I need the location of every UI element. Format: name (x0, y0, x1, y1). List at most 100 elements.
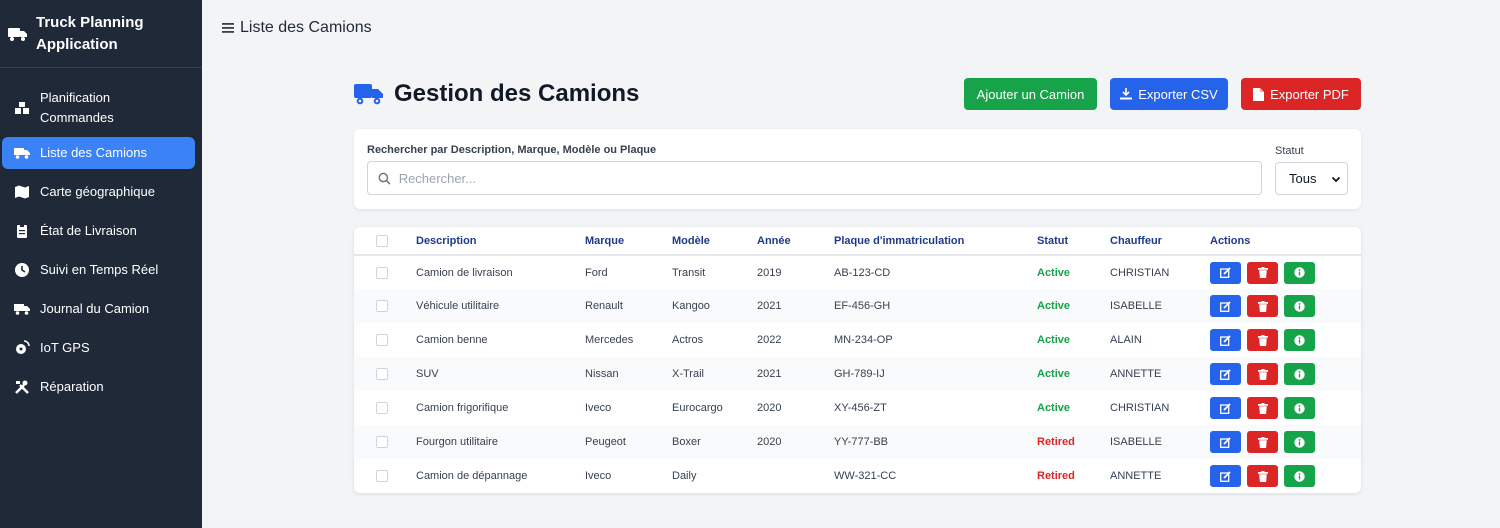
edit-icon (1220, 368, 1231, 380)
cell-description: Véhicule utilitaire (416, 289, 585, 323)
table-row[interactable]: Camion frigorifique Iveco Eurocargo 2020 XY-… (354, 391, 1361, 425)
sidebar-item-liste-camions[interactable]: Liste des Camions (2, 137, 195, 169)
export-csv-button[interactable]: Exporter CSV (1110, 78, 1228, 110)
truck-icon (8, 27, 27, 41)
sidebar-item-suivi[interactable]: Suivi en Temps Réel (2, 254, 195, 286)
cell-plaque: YY-777-BB (834, 425, 1037, 459)
row-checkbox[interactable] (376, 266, 388, 279)
header-marque[interactable]: Marque (585, 227, 672, 256)
row-select-cell (354, 323, 416, 357)
info-icon (1294, 402, 1305, 414)
search-label: Rechercher par Description, Marque, Modè… (367, 144, 657, 156)
trash-icon (1257, 402, 1268, 414)
edit-button[interactable] (1210, 431, 1241, 453)
edit-button[interactable] (1210, 329, 1241, 351)
cell-chauffeur: CHRISTIAN (1110, 402, 1170, 414)
info-icon (1294, 267, 1305, 278)
header-description[interactable]: Description (416, 227, 585, 256)
edit-button[interactable] (1210, 363, 1241, 385)
sidebar-item-label: Carte géographique (40, 184, 155, 199)
sidebar-item-reparation[interactable]: Réparation (2, 371, 195, 403)
trash-icon (1257, 368, 1268, 380)
delete-button[interactable] (1247, 363, 1278, 385)
delete-button[interactable] (1247, 295, 1278, 317)
row-checkbox[interactable] (376, 436, 388, 448)
delete-button[interactable] (1247, 329, 1278, 351)
table-row[interactable]: SUV Nissan X-Trail 2021 GH-789-IJ Active ANNET… (354, 357, 1361, 391)
header-row: Gestion des Camions Ajouter un Camion Ex… (354, 76, 1361, 112)
trucks-table: Description Marque Modèle Année Plaque d… (354, 227, 1361, 493)
cell-statut: Active (1037, 334, 1071, 346)
delete-button[interactable] (1247, 465, 1278, 487)
cell-description: Fourgon utilitaire (416, 425, 585, 459)
search-input[interactable] (398, 170, 1261, 186)
row-checkbox[interactable] (376, 402, 388, 414)
cell-description: SUV (416, 357, 585, 391)
cell-marque: Peugeot (585, 425, 672, 459)
info-button[interactable] (1284, 465, 1315, 487)
cell-plaque: EF-456-GH (834, 289, 1037, 323)
info-button[interactable] (1284, 261, 1315, 284)
sidebar-item-etat-livraison[interactable]: État de Livraison (2, 215, 195, 247)
cell-actions (1210, 357, 1361, 391)
select-all-checkbox[interactable] (376, 234, 388, 247)
table-row[interactable]: Camion benne Mercedes Actros 2022 MN-234-OP A… (354, 323, 1361, 357)
header-plaque[interactable]: Plaque d'immatriculation (834, 227, 1037, 256)
cell-actions (1210, 459, 1361, 493)
info-button[interactable] (1284, 397, 1315, 419)
row-checkbox[interactable] (376, 470, 388, 482)
trash-icon (1257, 267, 1268, 278)
info-button[interactable] (1284, 431, 1315, 453)
header-modele[interactable]: Modèle (672, 227, 757, 256)
add-truck-button[interactable]: Ajouter un Camion (964, 78, 1097, 110)
cell-description: Camion de livraison (416, 266, 513, 279)
header-statut[interactable]: Statut (1037, 227, 1110, 256)
sidebar-item-planification[interactable]: Planification Commandes (2, 86, 195, 130)
header-chauffeur[interactable]: Chauffeur (1110, 227, 1210, 256)
sidebar-item-iot-gps[interactable]: IoT GPS (2, 332, 195, 364)
edit-button[interactable] (1210, 397, 1241, 419)
sidebar-item-label: Planification Commandes (40, 90, 114, 125)
menu-icon[interactable] (222, 22, 234, 34)
export-pdf-button[interactable]: Exporter PDF (1241, 78, 1361, 110)
table-row[interactable]: Véhicule utilitaire Renault Kangoo 2021 EF-4… (354, 289, 1361, 323)
delete-button[interactable] (1247, 431, 1278, 453)
download-icon (1120, 88, 1133, 100)
row-checkbox[interactable] (376, 300, 388, 312)
trash-icon (1257, 470, 1268, 482)
edit-button[interactable] (1210, 295, 1241, 317)
cell-marque: Mercedes (585, 334, 634, 346)
info-button[interactable] (1284, 329, 1315, 351)
edit-button[interactable] (1210, 261, 1241, 284)
cell-statut: Active (1037, 402, 1071, 414)
delete-button[interactable] (1247, 261, 1278, 284)
truck-icon (14, 148, 30, 159)
row-checkbox[interactable] (376, 368, 388, 380)
pdf-file-icon (1253, 87, 1265, 101)
main-title: Gestion des Camions (394, 80, 640, 107)
trash-icon (1257, 300, 1268, 312)
cell-marque: Ford (585, 266, 608, 279)
status-label: Statut (1275, 145, 1304, 157)
delete-button[interactable] (1247, 397, 1278, 419)
search-icon (378, 172, 391, 185)
search-box[interactable] (367, 161, 1262, 195)
cell-annee: 2019 (757, 266, 782, 279)
sidebar-item-journal[interactable]: Journal du Camion (2, 293, 195, 325)
status-select[interactable]: Tous (1275, 162, 1348, 195)
select-all-header (354, 227, 416, 256)
info-icon (1294, 368, 1305, 380)
table-row[interactable]: Fourgon utilitaire Peugeot Boxer 2020 YY-777… (354, 425, 1361, 459)
sidebar-item-label: IoT GPS (40, 340, 90, 355)
info-icon (1294, 334, 1305, 346)
sidebar-nav: Planification Commandes Liste des Camion… (0, 68, 202, 403)
sidebar-item-carte[interactable]: Carte géographique (2, 176, 195, 208)
info-button[interactable] (1284, 295, 1315, 317)
table-row[interactable]: Camion de livraison Ford Transit 2019 AB-123… (354, 255, 1361, 289)
row-checkbox[interactable] (376, 334, 388, 346)
table-row[interactable]: Camion de dépannage Iveco Daily WW-321-CC Re… (354, 459, 1361, 493)
status-select-value: Tous (1289, 171, 1317, 186)
edit-button[interactable] (1210, 465, 1241, 487)
info-button[interactable] (1284, 363, 1315, 385)
header-annee[interactable]: Année (757, 227, 834, 256)
